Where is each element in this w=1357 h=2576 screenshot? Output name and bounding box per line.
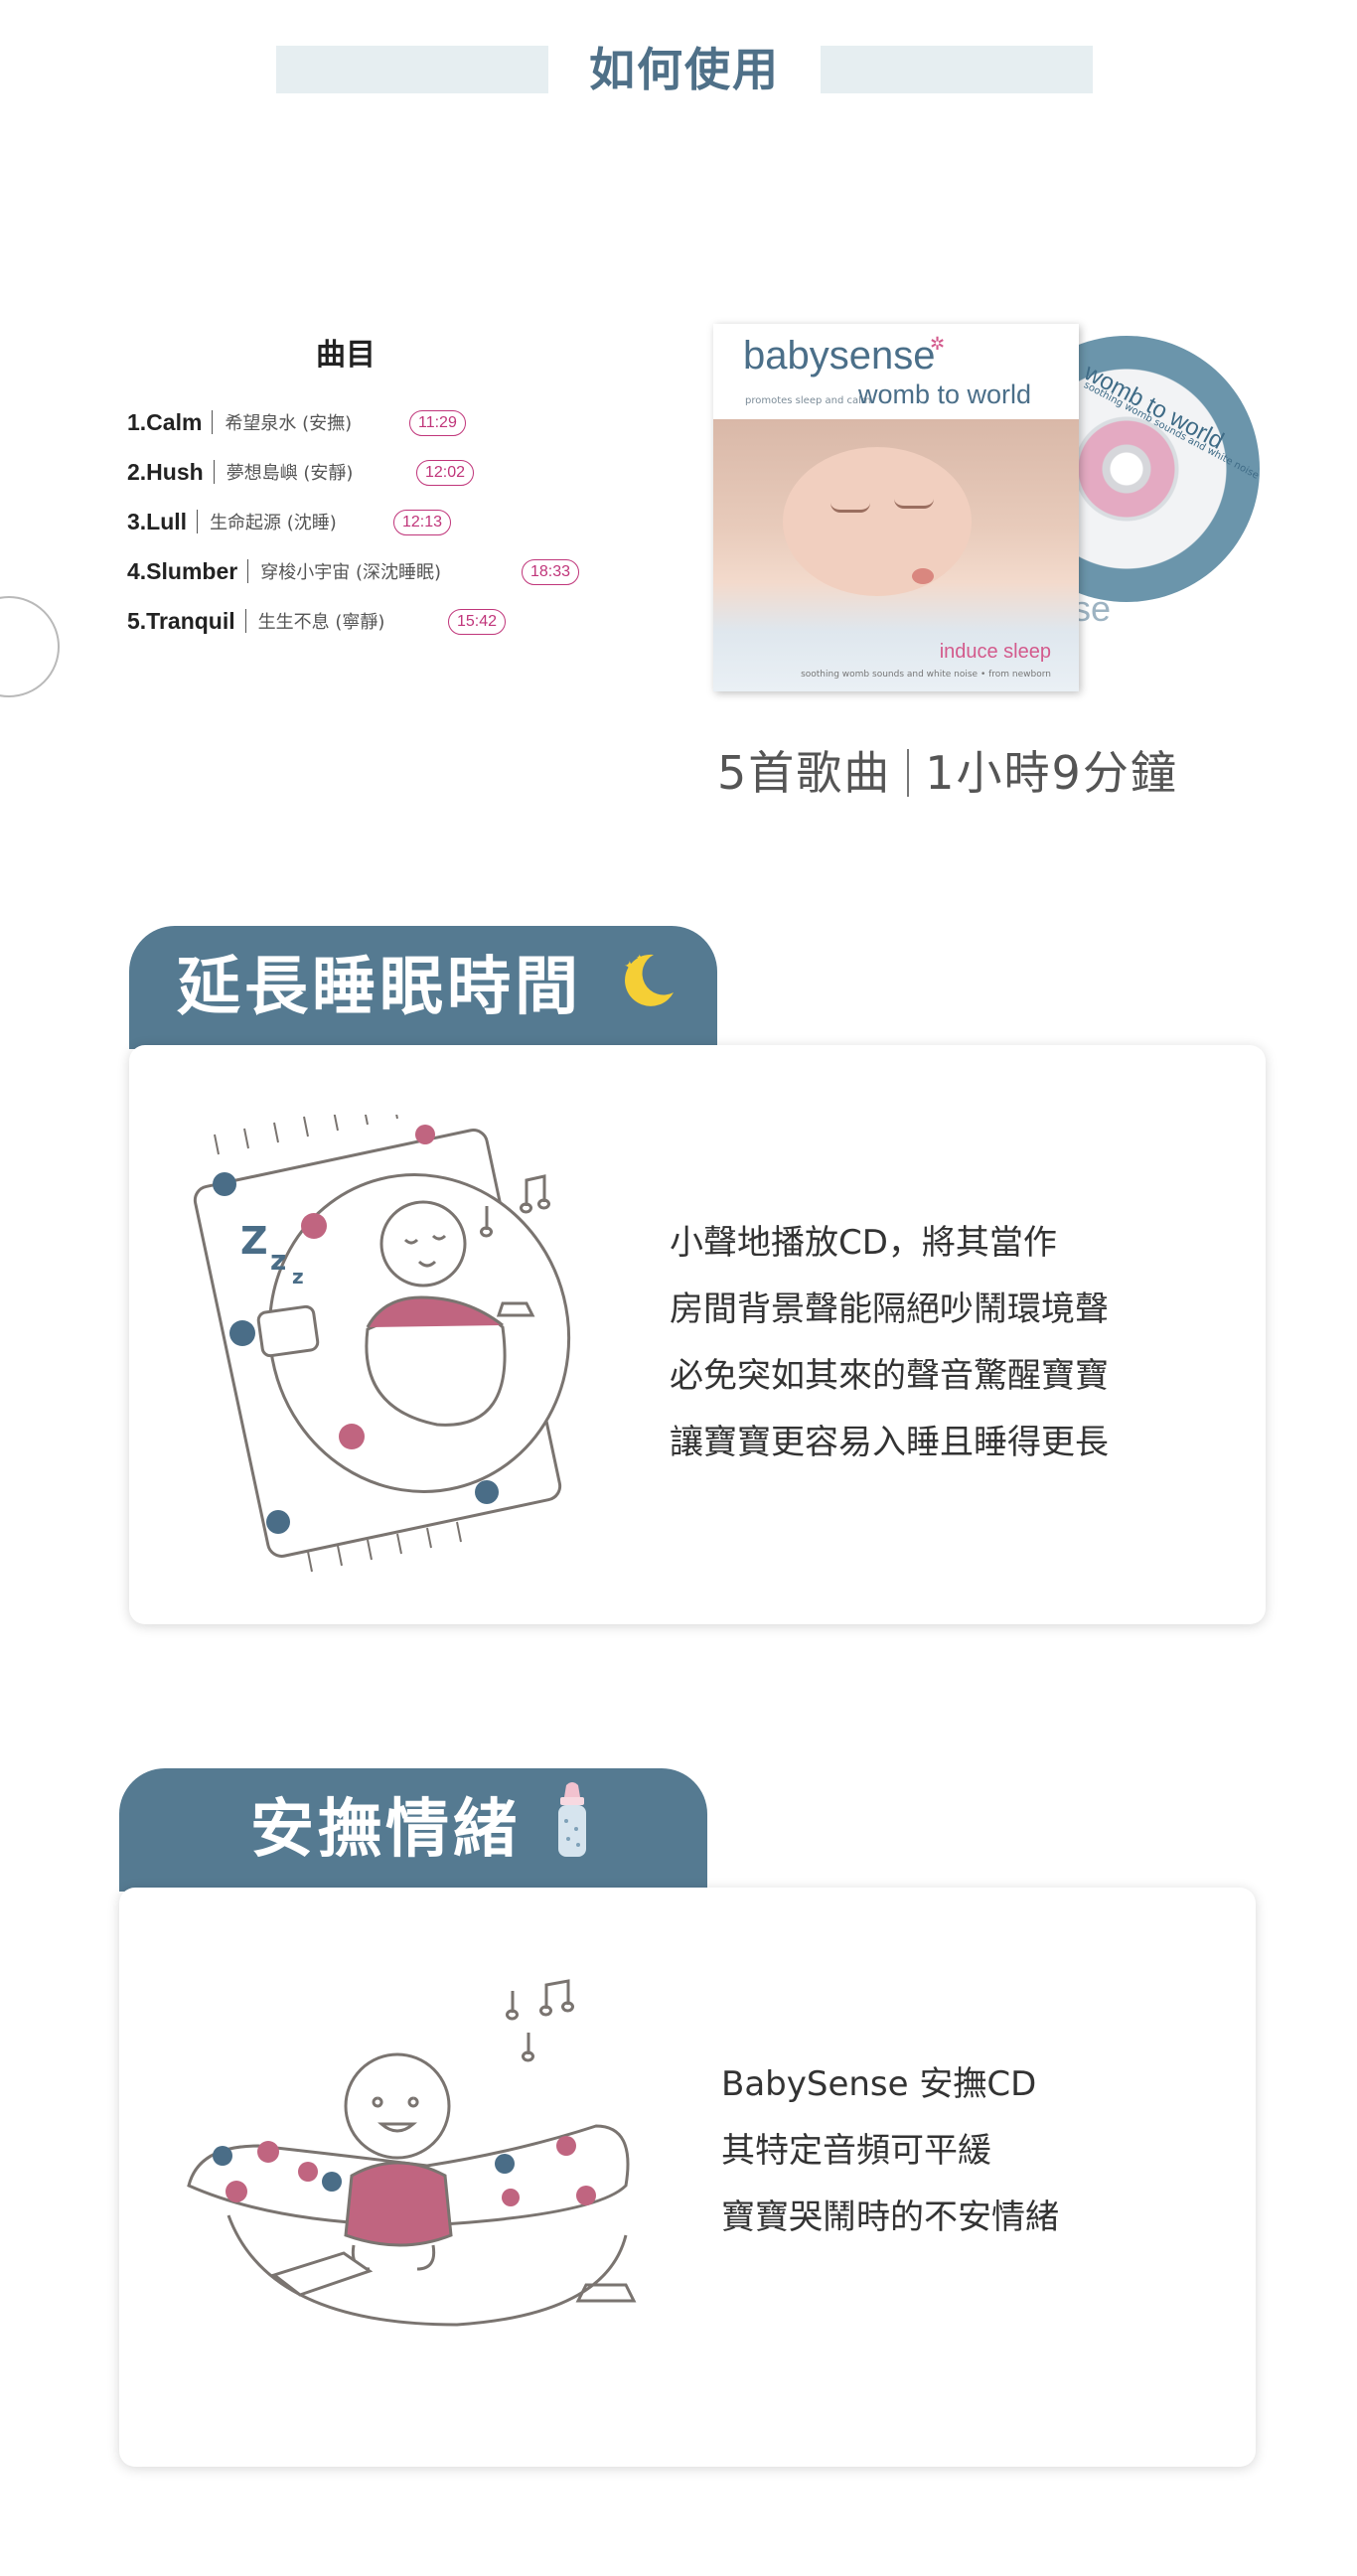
feature-card-sleep: Z z z 小聲地播放CD，將其當作 房間背景聲能隔絕吵鬧環境聲 必免突如其來的… (129, 1045, 1266, 1624)
track-duration-badge: 11:29 (409, 410, 466, 436)
feature-line: 讓寶寶更容易入睡且睡得更長 (670, 1423, 1109, 1462)
star-icon: ✲ (930, 334, 946, 355)
divider (197, 510, 199, 533)
svg-text:z: z (270, 1244, 286, 1277)
divider (213, 460, 215, 484)
track-row: 1.Calm 希望泉水 (安撫) (127, 402, 352, 442)
baby-lips (912, 568, 934, 584)
feature-tab-sleep: 延長睡眠時間 ✦ ✦ (129, 926, 717, 1049)
feature-line: 房間背景聲能隔絕吵鬧環境聲 (670, 1289, 1109, 1329)
closed-eye (894, 499, 934, 509)
divider (907, 749, 910, 797)
feature-line: 其特定音頻可平緩 (721, 2131, 991, 2171)
divider (244, 609, 246, 633)
feature-line: 小聲地播放CD，將其當作 (670, 1223, 1057, 1263)
crescent-moon-icon: ✦ ✦ (624, 954, 675, 1006)
feature-line: 必免突如其來的聲音驚醒寶寶 (670, 1356, 1109, 1396)
page-title: 如何使用 (589, 43, 780, 96)
divider (212, 410, 214, 434)
feature-title: 延長睡眠時間 (177, 951, 582, 1024)
album-title: womb to world (858, 379, 1032, 409)
track-row: 3.Lull 生命起源 (沈睡) (127, 502, 337, 541)
header-bar-right (821, 46, 1093, 93)
baby-face (783, 447, 972, 596)
closed-eye (830, 503, 870, 513)
baby-bottle-icon (558, 1782, 587, 1857)
tracklist-title: 曲目 (316, 338, 376, 373)
feature-line: BabySense 安撫CD (721, 2064, 1037, 2104)
svg-text:z: z (292, 1265, 304, 1288)
svg-text:Z: Z (240, 1219, 268, 1263)
track-name: 3.Lull (127, 508, 188, 534)
track-duration-badge: 15:42 (448, 609, 507, 635)
header-bar-left (276, 46, 548, 93)
track-name: 5.Tranquil (127, 607, 235, 634)
divider (247, 559, 249, 583)
song-count: 5首歌曲 (717, 746, 892, 800)
track-duration-badge: 18:33 (522, 559, 580, 585)
track-duration-badge: 12:13 (393, 510, 452, 535)
feature-description: 小聲地播放CD，將其當作 房間背景聲能隔絕吵鬧環境聲 必免突如其來的聲音驚醒寶寶… (670, 1210, 1109, 1476)
feature-card-soothe: BabySense 安撫CD 其特定音頻可平緩 寶寶哭鬧時的不安情緒 (119, 1888, 1256, 2467)
cd-sleeve: babysense ✲ promotes sleep and calm womb… (713, 324, 1079, 691)
track-description: 夢想島嶼 (安靜) (226, 463, 354, 484)
feature-line: 寶寶哭鬧時的不安情緒 (721, 2197, 1059, 2237)
tagline: promotes sleep and calm (745, 395, 871, 406)
album-summary: 5首歌曲 1小時9分鐘 (717, 737, 1178, 803)
track-description: 穿梭小宇宙 (深沈睡眠) (260, 562, 441, 583)
track-description: 生生不息 (寧靜) (257, 612, 385, 633)
cover-fineprint: soothing womb sounds and white noise • f… (801, 670, 1051, 680)
happy-baby-illustration (187, 1979, 637, 2327)
brand-logo: babysense (743, 334, 936, 378)
sleeping-baby-illustration: Z z z (193, 1115, 571, 1573)
track-description: 生命起源 (沈睡) (210, 513, 337, 533)
svg-text:✦: ✦ (636, 954, 648, 964)
track-description: 希望泉水 (安撫) (225, 413, 353, 434)
track-name: 4.Slumber (127, 557, 238, 584)
total-length: 1小時9分鐘 (925, 746, 1178, 800)
track-name: 1.Calm (127, 408, 203, 435)
feature-title: 安撫情緒 (250, 1793, 521, 1867)
decorative-circle (0, 596, 60, 697)
cover-subtitle: induce sleep (939, 641, 1051, 663)
feature-tab-soothe: 安撫情緒 (119, 1768, 707, 1892)
track-row: 2.Hush 夢想島嶼 (安靜) (127, 452, 353, 492)
feature-description: BabySense 安撫CD 其特定音頻可平緩 寶寶哭鬧時的不安情緒 (721, 2051, 1059, 2251)
track-row: 4.Slumber 穿梭小宇宙 (深沈睡眠) (127, 551, 441, 591)
track-row: 5.Tranquil 生生不息 (寧靜) (127, 601, 384, 641)
track-duration-badge: 12:02 (416, 460, 475, 486)
track-name: 2.Hush (127, 458, 204, 485)
